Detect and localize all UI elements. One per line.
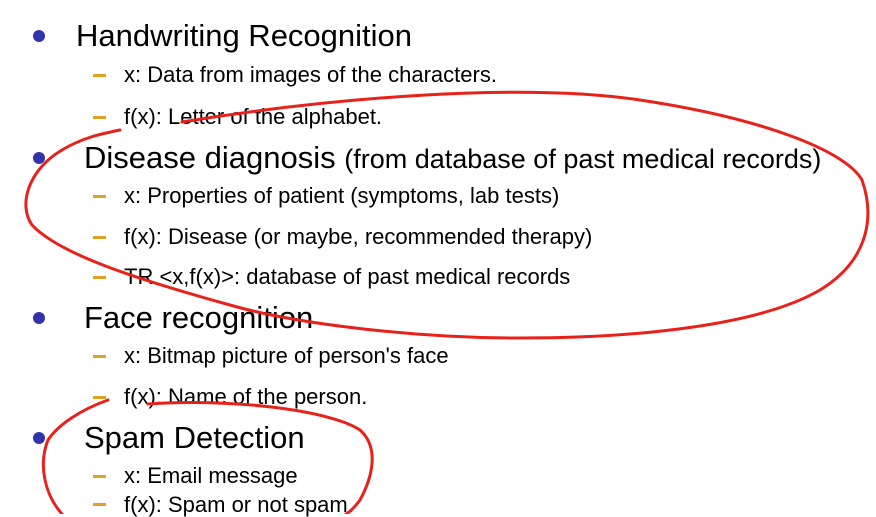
item-spam-fx: f(x): Spam or not spam. xyxy=(124,492,354,517)
item-face-fx: f(x): Name of the person. xyxy=(124,384,368,409)
dash-icon xyxy=(93,355,106,358)
dash-icon xyxy=(93,396,106,399)
section-heading-disease: Disease diagnosis (from database of past… xyxy=(84,142,821,173)
dash-icon xyxy=(93,503,106,506)
item-handwriting-fx: f(x): Letter of the alphabet. xyxy=(124,104,383,129)
item-disease-x: x: Properties of patient (symptoms, lab … xyxy=(124,183,560,208)
section-heading-spam: Spam Detection xyxy=(84,420,305,455)
dash-icon xyxy=(93,276,106,279)
dash-icon xyxy=(93,236,106,239)
dash-icon xyxy=(93,475,106,478)
bullet-icon xyxy=(33,312,45,324)
annotation-loop-spam xyxy=(41,398,110,514)
bullet-icon xyxy=(33,152,45,164)
item-disease-fx: f(x): Disease (or maybe, recommended the… xyxy=(124,224,593,249)
heading-note: (from database of past medical records) xyxy=(344,144,822,174)
dash-icon xyxy=(93,74,106,77)
bullet-icon xyxy=(33,30,45,42)
bullet-icon xyxy=(33,432,45,444)
item-handwriting-x: x: Data from images of the characters. xyxy=(124,62,497,87)
item-spam-x: x: Email message xyxy=(124,463,298,488)
dash-icon xyxy=(93,116,106,119)
item-disease-tr: TR <x,f(x)>: database of past medical re… xyxy=(124,264,571,289)
item-face-x: x: Bitmap picture of person's face xyxy=(124,343,449,368)
heading-text: Disease diagnosis xyxy=(84,140,336,175)
section-heading-handwriting: Handwriting Recognition xyxy=(76,18,413,53)
section-heading-face: Face recognition xyxy=(84,300,314,335)
dash-icon xyxy=(93,195,106,198)
